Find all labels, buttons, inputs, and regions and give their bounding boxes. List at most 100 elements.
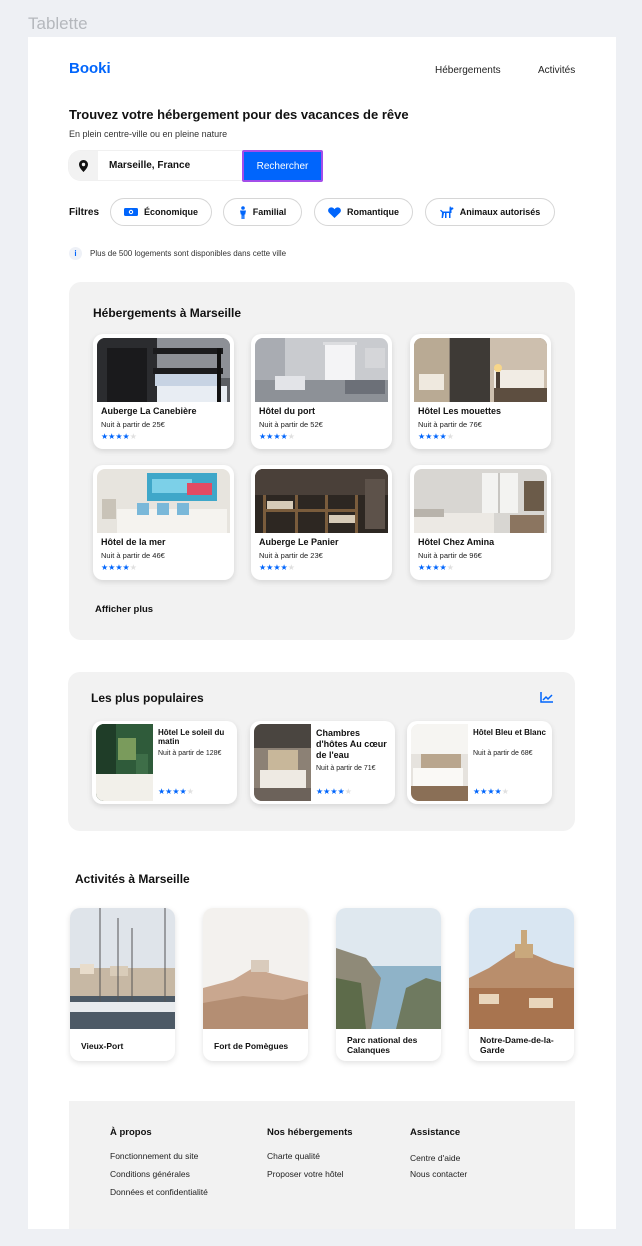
filter-label: Familial xyxy=(252,207,287,217)
hotel-photo xyxy=(255,469,388,533)
hotel-photo xyxy=(97,469,230,533)
hotel-price: Nuit à partir de 68€ xyxy=(473,750,533,757)
location-pin-icon xyxy=(69,151,98,180)
hotel-card[interactable]: Auberge Le Panier Nuit à partir de 23€ ★… xyxy=(251,465,392,580)
nav-hebergements[interactable]: Hébergements xyxy=(435,65,501,76)
money-icon xyxy=(123,208,138,216)
hotel-card[interactable]: Hôtel du port Nuit à partir de 52€ ★★★★★ xyxy=(251,334,392,449)
person-icon xyxy=(239,205,246,219)
hotel-price: Nuit à partir de 25€ xyxy=(101,420,165,429)
heart-icon xyxy=(328,206,341,218)
search-field[interactable]: Marseille, France xyxy=(69,151,243,180)
rating-stars: ★★★★★ xyxy=(259,432,295,441)
activity-photo xyxy=(70,908,175,1029)
hotel-card[interactable]: Hôtel de la mer Nuit à partir de 46€ ★★★… xyxy=(93,465,234,580)
footer-link[interactable]: Proposer votre hôtel xyxy=(267,1169,344,1179)
search-input-value[interactable]: Marseille, France xyxy=(109,160,190,171)
hotel-photo xyxy=(97,338,230,402)
hotel-card[interactable]: Hôtel Les mouettes Nuit à partir de 76€ … xyxy=(410,334,551,449)
hotel-price: Nuit à partir de 71€ xyxy=(316,765,376,772)
footer-link[interactable]: Nous contacter xyxy=(410,1169,467,1179)
rating-stars: ★★★★★ xyxy=(473,787,509,796)
rating-stars: ★★★★★ xyxy=(158,787,194,796)
activity-name: Parc national des Calanques xyxy=(347,1035,418,1055)
filters-label: Filtres xyxy=(69,207,100,218)
hotel-photo xyxy=(96,724,153,801)
footer-link[interactable]: Conditions générales xyxy=(110,1169,190,1179)
activity-name: Vieux-Port xyxy=(81,1041,124,1051)
hotel-price: Nuit à partir de 96€ xyxy=(418,551,482,560)
popular-card[interactable]: Chambres d'hôtes Au cœur de l'eau Nuit à… xyxy=(250,721,395,804)
hotel-photo xyxy=(255,338,388,402)
filter-label: Romantique xyxy=(346,207,399,217)
footer-link[interactable]: Données et confidentialité xyxy=(110,1187,208,1197)
show-more-link[interactable]: Afficher plus xyxy=(95,604,153,615)
activity-name: Notre-Dame-de-la-Garde xyxy=(480,1035,554,1055)
hotel-card[interactable]: Hôtel Chez Amina Nuit à partir de 96€ ★★… xyxy=(410,465,551,580)
hotel-price: Nuit à partir de 46€ xyxy=(101,551,165,560)
hotel-name: Hôtel Les mouettes xyxy=(418,406,502,416)
hotel-photo xyxy=(414,469,547,533)
footer-title: Nos hébergements xyxy=(267,1127,353,1138)
rating-stars: ★★★★★ xyxy=(101,563,137,572)
activity-card[interactable]: Parc national des Calanques xyxy=(336,908,441,1061)
activity-card[interactable]: Notre-Dame-de-la-Garde xyxy=(469,908,574,1061)
filter-label: Économique xyxy=(143,207,198,217)
rating-stars: ★★★★★ xyxy=(418,563,454,572)
nav-activites[interactable]: Activités xyxy=(538,65,575,76)
rating-stars: ★★★★★ xyxy=(316,787,352,796)
footer: À propos Fonctionnement du site Conditio… xyxy=(69,1101,575,1229)
availability-info: i Plus de 500 logements sont disponibles… xyxy=(69,247,286,260)
search-button[interactable]: Rechercher xyxy=(242,150,323,182)
activity-name: Fort de Pomègues xyxy=(214,1041,289,1051)
popular-card[interactable]: Hôtel Bleu et Blanc Nuit à partir de 68€… xyxy=(407,721,552,804)
footer-link[interactable]: Centre d'aide xyxy=(410,1153,460,1163)
booki-page: Booki Hébergements Activités Trouvez vot… xyxy=(28,37,616,1229)
hotel-photo xyxy=(414,338,547,402)
rating-stars: ★★★★★ xyxy=(101,432,137,441)
hotel-name: Hôtel du port xyxy=(259,406,315,416)
trend-chart-icon[interactable] xyxy=(540,692,553,703)
filter-animaux[interactable]: Animaux autorisés xyxy=(425,198,555,226)
popular-card[interactable]: Hôtel Le soleil du matin Nuit à partir d… xyxy=(92,721,237,804)
frame-label: Tablette xyxy=(28,14,88,33)
footer-title: À propos xyxy=(110,1127,152,1138)
hotel-card[interactable]: Auberge La Canebière Nuit à partir de 25… xyxy=(93,334,234,449)
hotel-name: Hôtel Le soleil du matin xyxy=(158,728,225,746)
hotel-name: Hôtel Chez Amina xyxy=(418,537,495,547)
info-icon: i xyxy=(69,247,82,260)
hotel-price: Nuit à partir de 76€ xyxy=(418,420,482,429)
populaires-title: Les plus populaires xyxy=(91,691,204,705)
rating-stars: ★★★★★ xyxy=(418,432,454,441)
hebergements-title: Hébergements à Marseille xyxy=(93,306,242,320)
filter-romantique[interactable]: Romantique xyxy=(314,198,413,226)
activites-title: Activités à Marseille xyxy=(75,872,190,886)
hotel-photo xyxy=(254,724,311,801)
hotel-name: Auberge La Canebière xyxy=(101,406,197,416)
hotel-name: Hôtel Bleu et Blanc xyxy=(473,728,546,737)
activity-card[interactable]: Vieux-Port xyxy=(70,908,175,1061)
rating-stars: ★★★★★ xyxy=(259,563,295,572)
footer-title: Assistance xyxy=(410,1127,461,1138)
footer-link[interactable]: Charte qualité xyxy=(267,1151,320,1161)
footer-link[interactable]: Fonctionnement du site xyxy=(110,1151,198,1161)
hotel-photo xyxy=(411,724,468,801)
info-text: Plus de 500 logements sont disponibles d… xyxy=(90,249,287,258)
hotel-name: Auberge Le Panier xyxy=(259,537,339,547)
dog-icon xyxy=(439,206,454,218)
booki-logo[interactable]: Booki xyxy=(69,60,111,77)
filter-familial[interactable]: Familial xyxy=(223,198,302,226)
activity-photo xyxy=(336,908,441,1029)
activity-photo xyxy=(469,908,574,1029)
hotel-name: Chambres d'hôtes Au cœur de l'eau xyxy=(316,728,387,760)
filter-label: Animaux autorisés xyxy=(459,207,541,217)
filter-economique[interactable]: Économique xyxy=(110,198,212,226)
hotel-price: Nuit à partir de 128€ xyxy=(158,750,222,757)
hero-title: Trouvez votre hébergement pour des vacan… xyxy=(69,107,409,122)
hotel-price: Nuit à partir de 52€ xyxy=(259,420,323,429)
hero-subtitle: En plein centre-ville ou en pleine natur… xyxy=(69,129,228,139)
hotel-price: Nuit à partir de 23€ xyxy=(259,551,323,560)
activity-photo xyxy=(203,908,308,1029)
activity-card[interactable]: Fort de Pomègues xyxy=(203,908,308,1061)
hotel-name: Hôtel de la mer xyxy=(101,537,166,547)
